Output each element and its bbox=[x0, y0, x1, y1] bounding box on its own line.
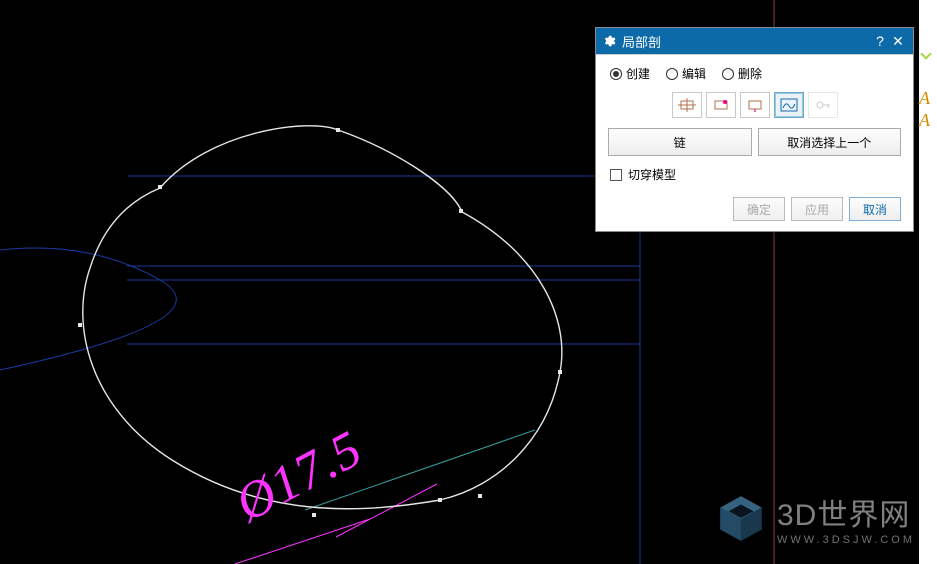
dialog-title: 局部剖 bbox=[622, 32, 871, 51]
marker-a2: A bbox=[919, 110, 930, 131]
mode-radios: 创建 编辑 删除 bbox=[608, 65, 901, 82]
local-section-dialog: 局部剖 ? ✕ 创建 编辑 删除 bbox=[595, 27, 914, 232]
ok-button: 确定 bbox=[733, 197, 785, 221]
gear-icon bbox=[602, 34, 616, 48]
radio-create-label: 创建 bbox=[626, 65, 650, 82]
tool-rectangle-icon[interactable] bbox=[672, 92, 702, 118]
chain-button[interactable]: 链 bbox=[608, 128, 752, 156]
radio-edit[interactable]: 编辑 bbox=[666, 65, 706, 82]
radio-create[interactable]: 创建 bbox=[610, 65, 650, 82]
cut-model-label: 切穿模型 bbox=[628, 166, 676, 183]
cut-model-checkbox[interactable] bbox=[610, 169, 622, 181]
radio-edit-label: 编辑 bbox=[682, 65, 706, 82]
cancel-button[interactable]: 取消 bbox=[849, 197, 901, 221]
help-button[interactable]: ? bbox=[871, 33, 889, 49]
radio-delete-label: 删除 bbox=[738, 65, 762, 82]
marker-a1: A bbox=[919, 88, 930, 109]
right-sidebar: A A bbox=[919, 0, 937, 564]
close-button[interactable]: ✕ bbox=[889, 33, 907, 50]
apply-button: 应用 bbox=[791, 197, 843, 221]
cad-viewport[interactable]: Ø17.5 局部剖 ? ✕ 创建 编辑 删除 bbox=[0, 0, 937, 564]
tool-corner-icon[interactable] bbox=[706, 92, 736, 118]
radio-delete[interactable]: 删除 bbox=[722, 65, 762, 82]
tool-point-icon[interactable] bbox=[740, 92, 770, 118]
tool-key-icon[interactable] bbox=[808, 92, 838, 118]
check-icon bbox=[920, 48, 931, 59]
tool-spline-icon[interactable] bbox=[774, 92, 804, 118]
dialog-titlebar[interactable]: 局部剖 ? ✕ bbox=[596, 28, 913, 54]
deselect-last-button[interactable]: 取消选择上一个 bbox=[758, 128, 902, 156]
boundary-toolbar bbox=[608, 92, 901, 118]
